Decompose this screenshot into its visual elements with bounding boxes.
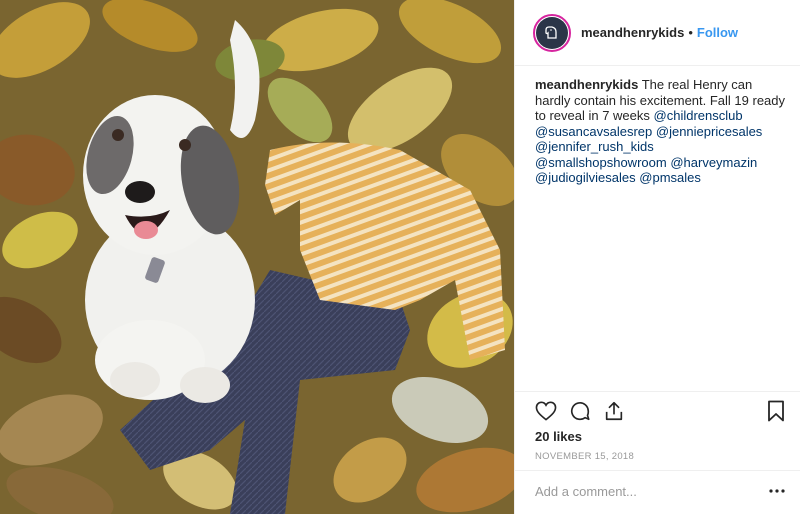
follow-button[interactable]: Follow bbox=[697, 25, 738, 40]
header-username[interactable]: meandhenrykids bbox=[581, 25, 684, 40]
comment-input[interactable] bbox=[535, 483, 755, 499]
bookmark-icon[interactable] bbox=[763, 398, 789, 424]
post-header: meandhenrykids • Follow bbox=[515, 0, 800, 66]
separator-dot: • bbox=[688, 25, 693, 40]
comment-box bbox=[535, 478, 787, 504]
mention-link[interactable]: @smallshopshowroom bbox=[535, 155, 667, 170]
mention-link[interactable]: @jenniepricesales bbox=[656, 124, 762, 139]
post-date[interactable]: NOVEMBER 15, 2018 bbox=[535, 451, 634, 462]
mention-link[interactable]: @childrensclub bbox=[654, 108, 743, 123]
likes-count[interactable]: 20 likes bbox=[535, 429, 582, 444]
mention-link[interactable]: @harveymazin bbox=[670, 155, 757, 170]
avatar[interactable] bbox=[533, 13, 571, 52]
share-icon[interactable] bbox=[601, 398, 627, 424]
mention-link[interactable]: @jennifer_rush_kids bbox=[535, 139, 654, 154]
mention-link[interactable]: @susancavsalesrep bbox=[535, 124, 652, 139]
action-bar bbox=[533, 398, 789, 424]
heart-icon[interactable] bbox=[533, 398, 559, 424]
comment-icon[interactable] bbox=[567, 398, 593, 424]
post-sidebar: meandhenrykids • Follow meandhenrykids T… bbox=[514, 0, 800, 514]
post-caption: meandhenrykids The real Henry can hardly… bbox=[535, 77, 787, 186]
mention-link[interactable]: @pmsales bbox=[639, 170, 701, 185]
caption-username[interactable]: meandhenrykids bbox=[535, 77, 638, 92]
post-photo[interactable] bbox=[0, 0, 514, 514]
mention-link[interactable]: @judiogilviesales bbox=[535, 170, 636, 185]
divider bbox=[515, 470, 800, 471]
more-options-icon[interactable] bbox=[767, 481, 787, 501]
post-image bbox=[0, 0, 514, 514]
divider bbox=[515, 391, 800, 392]
dog-logo-icon bbox=[536, 16, 568, 49]
